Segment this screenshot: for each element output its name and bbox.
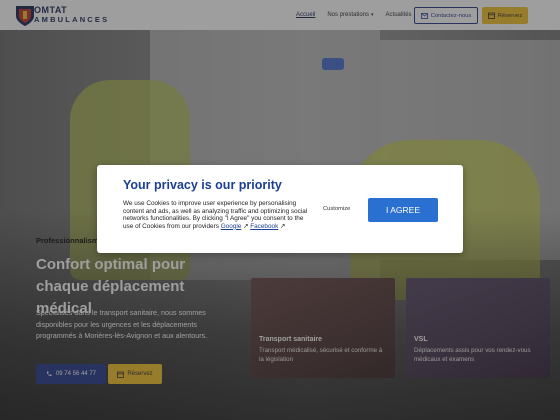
customize-button[interactable]: Customize [323, 206, 350, 212]
external-link-icon: ↗ [241, 222, 251, 230]
cookie-dialog-text: We use Cookies to improve user experienc… [123, 200, 313, 230]
external-link-icon: ↗ [278, 222, 286, 230]
facebook-link[interactable]: Facebook [250, 223, 278, 230]
agree-button[interactable]: I AGREE [368, 198, 438, 222]
cookie-dialog-title: Your privacy is our priority [123, 178, 282, 192]
cookie-consent-dialog: Your privacy is our priority We use Cook… [97, 165, 463, 253]
google-link[interactable]: Google [221, 223, 242, 230]
